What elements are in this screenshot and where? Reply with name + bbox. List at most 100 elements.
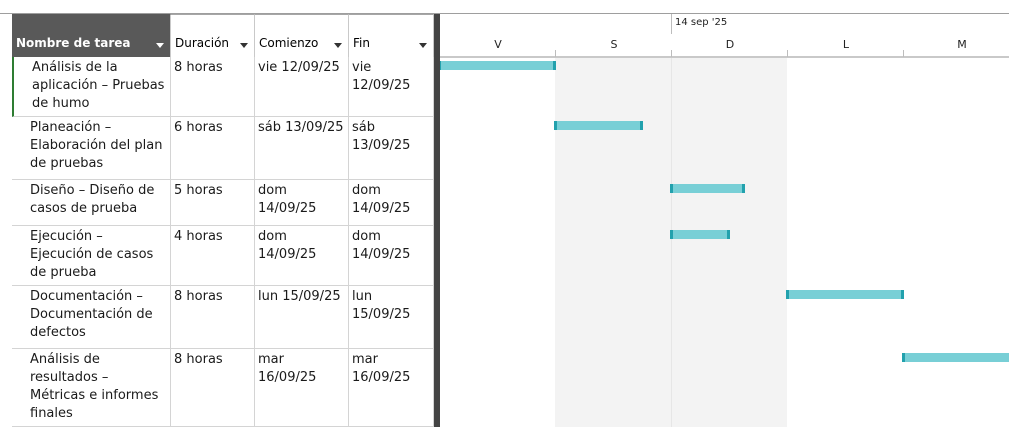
cell-text-line: Documentación – (30, 289, 143, 304)
cell-text-line: resultados – (30, 370, 109, 385)
cell-duration[interactable]: 8 horas (171, 286, 255, 349)
timescale-week-label: 14 sep '25 (675, 17, 728, 28)
cell-text-line: Análisis de la (32, 60, 118, 75)
column-header-label: Nombre de tarea (16, 36, 131, 50)
timescale-bottom-tier: VSDLM (440, 34, 1009, 57)
cell-finish[interactable]: dom 14/09/25 (349, 180, 434, 226)
cell-finish[interactable]: vie 12/09/25 (349, 57, 434, 117)
column-header-label: Comienzo (259, 36, 319, 50)
cell-text-line: Métricas e informes (30, 388, 159, 403)
cell-task-name[interactable]: Análisis de la aplicación – Pruebas de hum… (12, 57, 171, 117)
cell-text-line: finales (30, 406, 73, 421)
table-row[interactable]: Planeación – Elaboración del plan de prueb… (12, 117, 434, 180)
cell-task-name[interactable]: Documentación – Documentación de defectos (12, 286, 171, 349)
cell-text-line: Análisis de (30, 352, 100, 367)
table-row[interactable]: Análisis de la aplicación – Pruebas de hum… (12, 57, 434, 117)
cell-text-line: Ejecución – (30, 229, 103, 244)
chevron-down-icon[interactable] (419, 43, 427, 48)
cell-text-line: vie 12/09/25 (258, 60, 340, 75)
cell-finish[interactable]: sáb 13/09/25 (349, 117, 434, 180)
cell-text-line: lun (352, 289, 373, 304)
task-grid: Nombre de tarea Duración Comienzo Fin An… (12, 14, 434, 427)
timescale-day-tick (903, 50, 904, 57)
table-row[interactable]: Documentación – Documentación de defectos 8… (12, 286, 434, 349)
timescale-day-label: L (842, 38, 850, 51)
cell-task-name[interactable]: Ejecución – Ejecución de casos de prueba (12, 226, 171, 286)
cell-text-line: aplicación – Pruebas (32, 78, 165, 93)
gantt-task-bar[interactable] (670, 184, 745, 193)
gantt-task-bar[interactable] (902, 353, 1009, 362)
timescale-bottom-border (440, 57, 1009, 58)
chevron-down-icon[interactable] (156, 43, 164, 48)
chevron-down-icon[interactable] (334, 43, 342, 48)
cell-duration[interactable]: 8 horas (171, 57, 255, 117)
gantt-chart: 14 sep '25 V S D L M (440, 14, 1009, 427)
cell-text-line: defectos (30, 325, 86, 340)
column-header-label: Duración (175, 36, 230, 50)
cell-text-line: dom (352, 229, 381, 244)
cell-text-line: 4 horas (174, 229, 223, 244)
cell-text-line: mar (352, 352, 378, 367)
column-header-finish[interactable]: Fin (349, 14, 434, 57)
cell-text-line: 8 horas (174, 60, 223, 75)
timescale-day-label: M (957, 38, 967, 51)
cell-text-line: vie 12/09/25 (352, 60, 411, 93)
table-row[interactable]: Ejecución – Ejecución de casos de prueba 4 … (12, 226, 434, 286)
weekend-shading (555, 58, 671, 427)
timescale-top-tier: 14 sep '25 (440, 14, 1009, 34)
timescale-week-tick (671, 14, 672, 34)
cell-finish[interactable]: dom 14/09/25 (349, 226, 434, 286)
table-row[interactable]: Análisis de resultados – Métricas e inform… (12, 349, 434, 427)
cell-text-line: dom (352, 183, 381, 198)
cell-start[interactable]: mar 16/09/25 (255, 349, 349, 427)
chevron-down-icon[interactable] (240, 43, 248, 48)
cell-start[interactable]: dom 14/09/25 (255, 180, 349, 226)
timescale-day-tick (787, 50, 788, 57)
cell-duration[interactable]: 5 horas (171, 180, 255, 226)
timescale-day-tick (555, 50, 556, 57)
cell-task-name[interactable]: Diseño – Diseño de casos de prueba (12, 180, 171, 226)
cell-start[interactable]: lun 15/09/25 (255, 286, 349, 349)
gantt-task-bar[interactable] (554, 121, 643, 130)
day-separator (671, 58, 672, 427)
cell-finish[interactable]: lun 15/09/25 (349, 286, 434, 349)
cell-finish[interactable]: mar 16/09/25 (349, 349, 434, 427)
timescale-day-label: V (494, 38, 502, 51)
timescale-day-label: D (725, 38, 735, 51)
cell-text-line: 5 horas (174, 183, 223, 198)
column-header-task-name[interactable]: Nombre de tarea (12, 14, 171, 57)
cell-text-line: de prueba (30, 265, 97, 280)
cell-task-name[interactable]: Planeación – Elaboración del plan de prueb… (12, 117, 171, 180)
column-header-duration[interactable]: Duración (171, 14, 255, 57)
cell-text-line: casos de prueba (30, 201, 138, 216)
cell-text-line: sáb (352, 120, 375, 135)
cell-text-line: 14/09/25 (352, 201, 411, 216)
cell-text-line: 14/09/25 (258, 247, 317, 262)
cell-text-line: 15/09/25 (352, 307, 411, 322)
column-header-start[interactable]: Comienzo (255, 14, 349, 57)
cell-duration[interactable]: 4 horas (171, 226, 255, 286)
cell-duration[interactable]: 6 horas (171, 117, 255, 180)
cell-text-line: 8 horas (174, 352, 223, 367)
cell-text-line: Diseño – Diseño de (30, 183, 155, 198)
gantt-task-bar[interactable] (670, 230, 730, 239)
cell-text-line: 14/09/25 (258, 201, 317, 216)
cell-text-line: dom (258, 183, 287, 198)
cell-task-name[interactable]: Análisis de resultados – Métricas e inform… (12, 349, 171, 427)
cell-start[interactable]: sáb 13/09/25 (255, 117, 349, 180)
gantt-task-bar[interactable] (786, 290, 904, 299)
gantt-task-bar[interactable] (440, 61, 556, 70)
cell-duration[interactable]: 8 horas (171, 349, 255, 427)
grid-header: Nombre de tarea Duración Comienzo Fin (12, 14, 434, 57)
timescale-day-tick (671, 50, 672, 57)
table-row[interactable]: Diseño – Diseño de casos de prueba 5 horas… (12, 180, 434, 226)
cell-start[interactable]: dom 14/09/25 (255, 226, 349, 286)
cell-text-line: 16/09/25 (352, 370, 411, 385)
cell-start[interactable]: vie 12/09/25 (255, 57, 349, 117)
cell-text-line: mar 16/09/25 (258, 352, 317, 385)
column-header-label: Fin (353, 36, 370, 50)
cell-text-line: 6 horas (174, 120, 223, 135)
cell-text-line: Documentación de (30, 307, 153, 322)
cell-text-line: lun 15/09/25 (258, 289, 341, 304)
cell-text-line: de pruebas (30, 156, 104, 171)
